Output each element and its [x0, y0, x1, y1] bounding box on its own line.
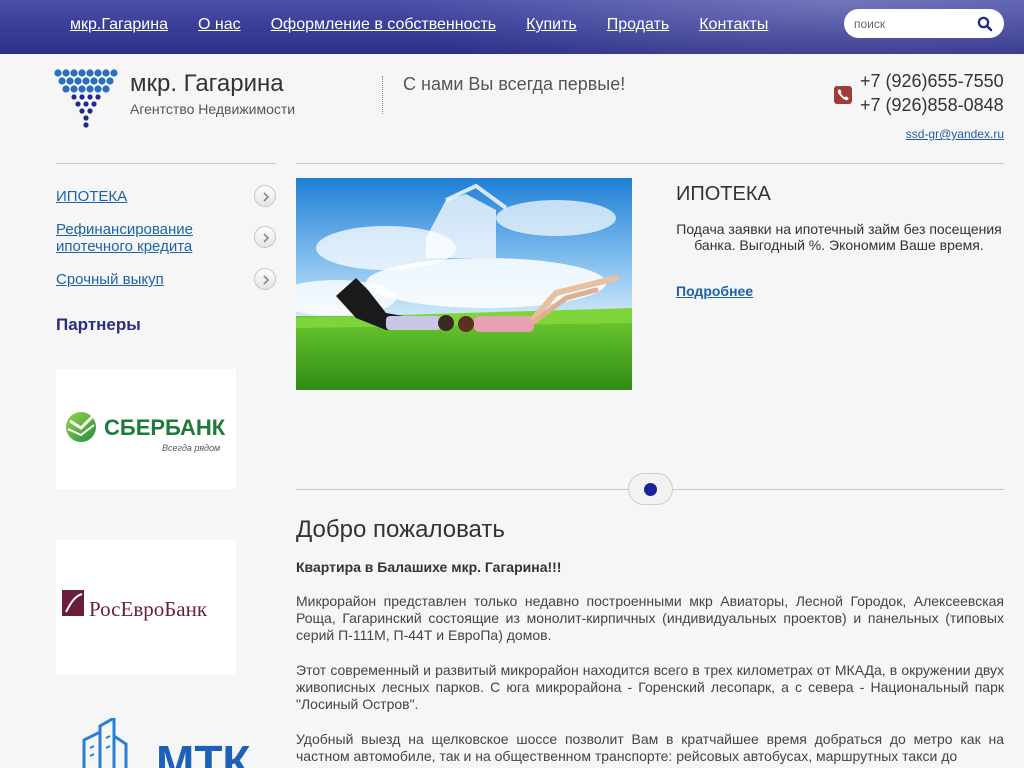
logo-icon[interactable]: [54, 68, 118, 128]
mtk-logo: МТК: [82, 715, 251, 768]
nav-item-contacts[interactable]: Контакты: [699, 16, 768, 34]
sidebar-item-refinancing[interactable]: Рефинансирование ипотечного кредита: [56, 221, 246, 255]
search-box: [844, 9, 1004, 38]
nav-item-ownership[interactable]: Оформление в собственность: [271, 16, 497, 34]
intro-text: Квартира в Балашихе мкр. Гагарина!!!: [296, 559, 562, 575]
slogan: С нами Вы всегда первые!: [403, 74, 626, 94]
partner-name: СБЕРБАНК: [104, 415, 226, 440]
partner-mtk[interactable]: МТК: [56, 715, 251, 768]
partners-heading: Партнеры: [56, 315, 141, 334]
slider-dot-active[interactable]: [644, 483, 657, 496]
site-title: мкр. Гагарина: [130, 70, 284, 97]
roseurobank-logo: РосЕвроБанк: [62, 590, 208, 621]
slide-more-link[interactable]: Подробнее: [676, 283, 753, 299]
sidebar-item-urgent-buyout[interactable]: Срочный выкуп: [56, 271, 164, 288]
slide-title: ИПОТЕКА: [676, 183, 771, 205]
paragraph-3: Удобный выезд на щелковское шоссе позвол…: [296, 731, 1004, 764]
site-subtitle: Агентство Недвижимости: [130, 101, 296, 117]
header-divider-line: [296, 163, 1004, 164]
top-nav-bar: мкр.Гагарина О нас Оформление в собствен…: [0, 0, 1024, 54]
chevron-right-icon[interactable]: [254, 185, 276, 207]
partner-name: МТК: [156, 736, 251, 768]
paragraph-2: Этот современный и развитый микрорайон н…: [296, 662, 1004, 712]
nav-item-buy[interactable]: Купить: [526, 16, 577, 34]
search-icon[interactable]: [976, 15, 994, 33]
sidebar-divider: [56, 163, 276, 164]
paragraph-1: Микрорайон представлен только недавно по…: [296, 593, 1004, 643]
phone-number-2: +7 (926)858-0848: [860, 95, 1004, 115]
partner-sberbank[interactable]: СБЕРБАНК Всегда рядом: [56, 369, 236, 489]
sidebar-item-mortgage[interactable]: ИПОТЕКА: [56, 188, 127, 205]
email-link[interactable]: ssd-gr@yandex.ru: [906, 127, 1004, 141]
phone-icon: [834, 86, 852, 104]
main-nav: мкр.Гагарина О нас Оформление в собствен…: [70, 16, 798, 34]
phone-number-1: +7 (926)655-7550: [860, 71, 1004, 91]
chevron-right-icon[interactable]: [254, 226, 276, 248]
nav-item-sell[interactable]: Продать: [607, 16, 670, 34]
partner-roseurobank[interactable]: РосЕвроБанк: [56, 540, 236, 675]
slide-text: Подача заявки на ипотечный займ без посе…: [676, 221, 1002, 253]
search-input[interactable]: [854, 15, 969, 33]
slider-pagination: [628, 473, 673, 505]
chevron-right-icon[interactable]: [254, 268, 276, 290]
sberbank-logo: СБЕРБАНК Всегда рядом: [66, 412, 226, 453]
partner-tagline: Всегда рядом: [162, 443, 220, 453]
partner-name: РосЕвроБанк: [89, 597, 208, 621]
nav-item-about[interactable]: О нас: [198, 16, 241, 34]
nav-item-home[interactable]: мкр.Гагарина: [70, 16, 168, 34]
welcome-heading: Добро пожаловать: [296, 516, 505, 543]
slide-image[interactable]: [296, 178, 632, 390]
header-divider: [382, 76, 383, 114]
